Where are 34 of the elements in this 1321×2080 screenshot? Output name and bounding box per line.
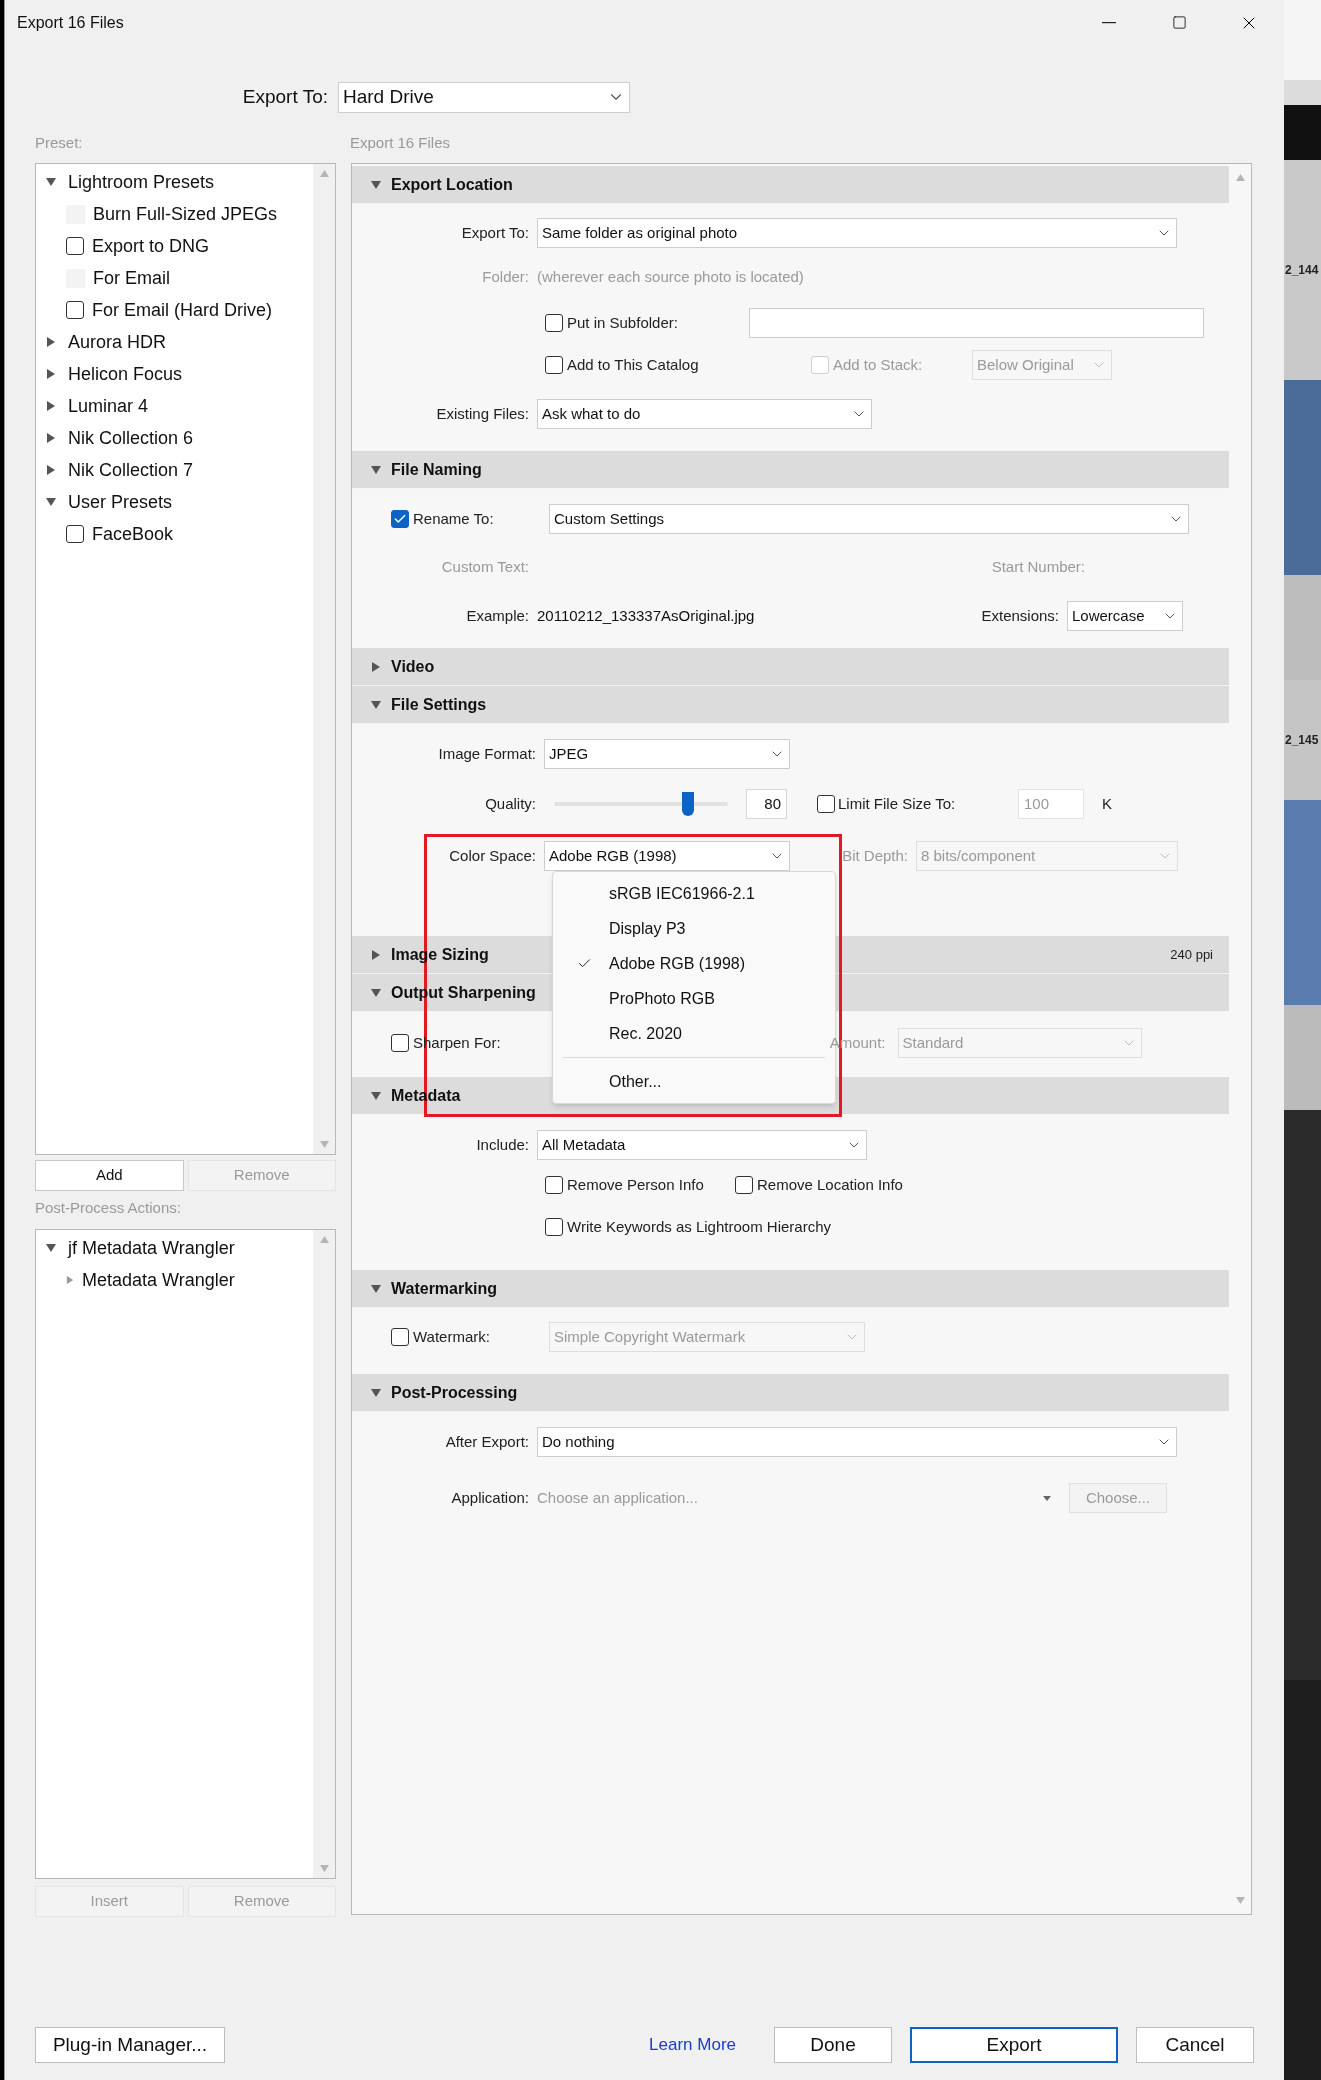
field-label: Start Number: — [990, 556, 1086, 577]
checkbox-label: Watermark: — [413, 1326, 491, 1347]
field-label: Bit Depth: — [841, 845, 909, 866]
panel-label: Export 16 Files — [350, 132, 451, 153]
resolution-summary: 240 ppi — [1170, 945, 1213, 964]
checkbox-label: Limit File Size To: — [838, 793, 957, 814]
field-label: Color Space: — [448, 845, 537, 866]
panel-label: Preset: — [35, 132, 84, 153]
field-label: Existing Files: — [435, 403, 530, 424]
folder-path: (wherever each source photo is located) — [537, 266, 804, 287]
checkbox-label: Add to This Catalog — [567, 354, 700, 375]
field-label: Image Format: — [437, 743, 537, 764]
example-filename: 20110212_133337AsOriginal.jpg — [537, 605, 756, 626]
field-label: Quality: — [484, 793, 537, 814]
field-label: Include: — [475, 1134, 530, 1155]
panel-label: Post-Process Actions: — [35, 1198, 182, 1218]
field-label: Custom Text: — [440, 556, 530, 577]
unit-label: K — [1102, 793, 1112, 814]
thumbnail-filename: 2_145 — [1284, 732, 1319, 749]
field-label: Export To: — [460, 222, 530, 243]
field-label: Folder: — [481, 266, 530, 287]
checkbox-label: Rename To: — [413, 508, 495, 529]
checkbox-label: Remove Location Info — [757, 1174, 903, 1195]
field-label: Application: — [450, 1487, 530, 1508]
field-label: Example: — [465, 605, 530, 626]
checkbox-label: Add to Stack: — [833, 354, 924, 375]
field-label: Extensions: — [980, 605, 1060, 626]
window-title: Export 16 Files — [17, 12, 125, 33]
thumbnail-filename: 2_144 — [1284, 262, 1319, 279]
checkbox-label: Write Keywords as Lightroom Hierarchy — [567, 1216, 831, 1237]
checkbox-label: Put in Subfolder: — [567, 312, 679, 333]
export-to-label: Export To: — [241, 84, 329, 109]
checkbox-label: Remove Person Info — [567, 1174, 705, 1195]
field-label: After Export: — [444, 1431, 530, 1452]
